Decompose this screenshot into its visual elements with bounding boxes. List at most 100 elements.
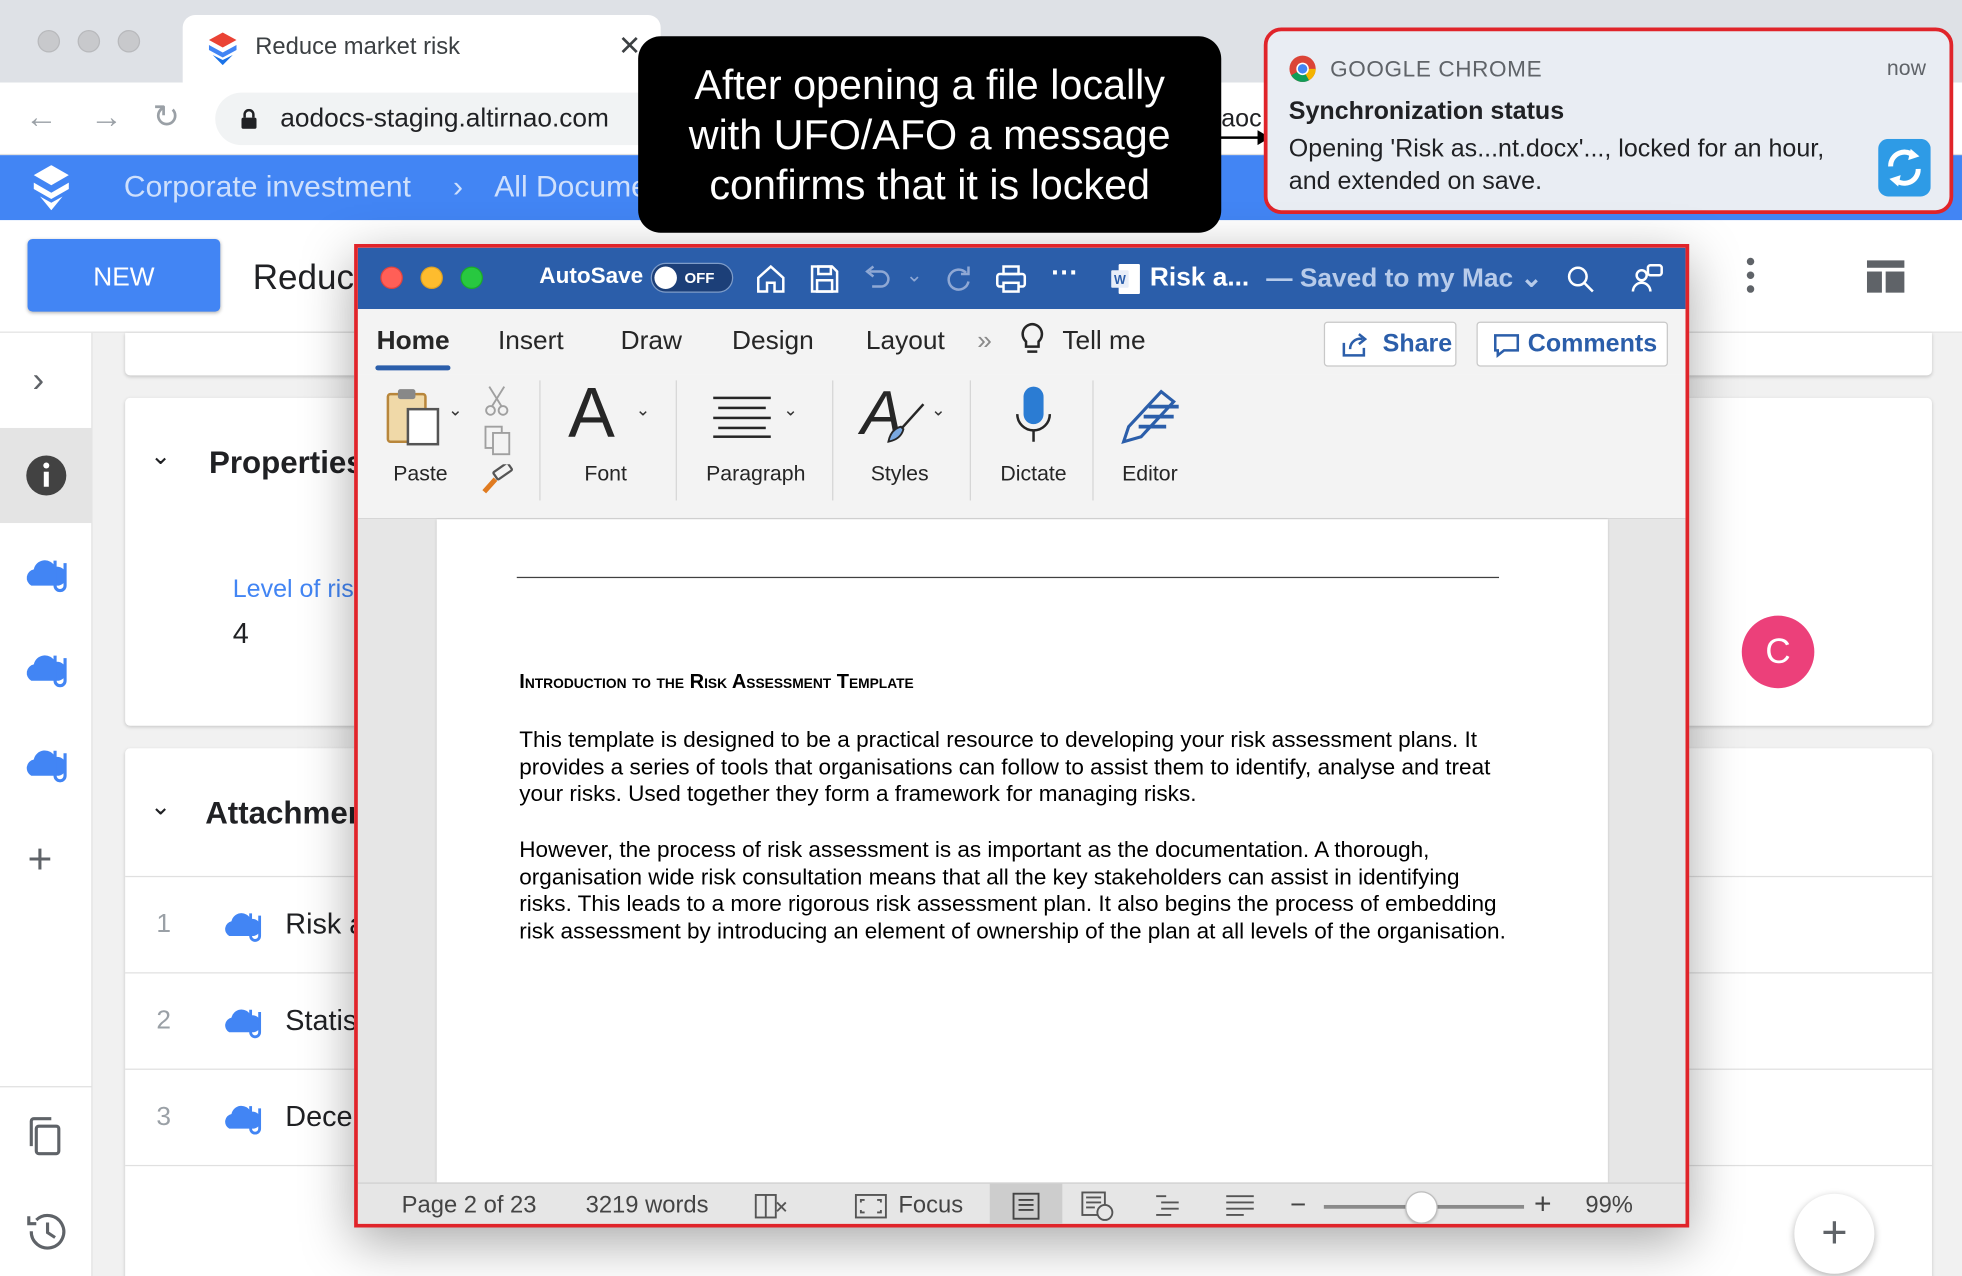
more-commands-icon[interactable]: ··· bbox=[1051, 257, 1079, 290]
document-page[interactable]: Introduction to the Risk Assessment Temp… bbox=[437, 519, 1608, 1182]
comments-label: Comments bbox=[1528, 330, 1657, 358]
page-count[interactable]: Page 2 of 23 bbox=[402, 1192, 537, 1220]
tab-draw[interactable]: Draw bbox=[621, 327, 682, 357]
back-arrow-icon[interactable]: ← bbox=[25, 98, 58, 137]
window-minimize-dot[interactable] bbox=[78, 30, 101, 53]
more-tabs-icon[interactable]: » bbox=[977, 327, 992, 357]
outline-view-icon[interactable] bbox=[1154, 1194, 1187, 1219]
focus-label[interactable]: Focus bbox=[898, 1192, 963, 1220]
search-icon[interactable] bbox=[1563, 262, 1598, 297]
breadcrumb-library[interactable]: Corporate investment bbox=[124, 170, 411, 205]
microphone-icon bbox=[1011, 384, 1056, 447]
word-minimize-dot[interactable] bbox=[420, 267, 443, 290]
save-icon[interactable] bbox=[807, 262, 842, 297]
web-layout-icon[interactable] bbox=[1080, 1191, 1115, 1221]
format-painter-icon[interactable] bbox=[480, 464, 515, 497]
tab-insert[interactable]: Insert bbox=[498, 327, 564, 357]
tab-layout[interactable]: Layout bbox=[866, 327, 945, 357]
add-icon[interactable]: + bbox=[28, 836, 53, 885]
new-button[interactable]: NEW bbox=[28, 239, 221, 312]
autosave-toggle[interactable]: OFF bbox=[651, 263, 734, 293]
callout-line: confirms that it is locked bbox=[638, 160, 1221, 210]
callout-arrow bbox=[1220, 130, 1270, 145]
add-fab-button[interactable]: + bbox=[1794, 1194, 1874, 1274]
copy-icon[interactable] bbox=[483, 424, 513, 457]
info-icon[interactable] bbox=[21, 450, 71, 500]
chrome-notification[interactable]: GOOGLE CHROME now Synchronization status… bbox=[1264, 28, 1953, 214]
redo-icon[interactable] bbox=[941, 262, 976, 297]
tab-design[interactable]: Design bbox=[732, 327, 814, 357]
account-icon[interactable] bbox=[1629, 262, 1664, 297]
zoom-slider-handle[interactable] bbox=[1405, 1191, 1438, 1224]
cloud-attachment-icon[interactable] bbox=[21, 548, 71, 598]
font-button[interactable]: A ⌄ Font bbox=[556, 379, 656, 504]
paste-dropdown-icon[interactable]: ⌄ bbox=[448, 399, 463, 420]
draft-view-icon[interactable] bbox=[1224, 1194, 1257, 1219]
word-close-dot[interactable] bbox=[380, 267, 403, 290]
notification-body: Opening 'Risk as...nt.docx'..., locked f… bbox=[1289, 133, 1852, 198]
copy-icon[interactable] bbox=[21, 1111, 71, 1161]
breadcrumb-separator: › bbox=[453, 170, 463, 205]
home-icon[interactable] bbox=[753, 262, 788, 297]
print-layout-icon[interactable] bbox=[1010, 1192, 1043, 1220]
address-bar[interactable]: aodocs-staging.altirnao.com bbox=[215, 93, 690, 146]
expand-rail-icon[interactable]: › bbox=[33, 360, 45, 400]
toggle-state: OFF bbox=[684, 269, 714, 287]
ribbon-separator bbox=[970, 380, 971, 500]
comment-icon bbox=[1493, 333, 1521, 358]
print-icon[interactable] bbox=[994, 262, 1029, 297]
paragraph-dropdown-icon: ⌄ bbox=[783, 399, 798, 420]
cut-icon[interactable] bbox=[483, 384, 511, 417]
tab-title: Reduce market risk bbox=[255, 34, 460, 62]
font-label: Font bbox=[556, 462, 656, 487]
zoom-out-button[interactable]: − bbox=[1290, 1189, 1306, 1222]
cloud-attachment-icon[interactable] bbox=[21, 738, 71, 788]
zoom-percentage[interactable]: 99% bbox=[1585, 1192, 1633, 1220]
word-document-title[interactable]: Risk a... bbox=[1150, 263, 1249, 293]
editor-button[interactable]: Editor bbox=[1106, 379, 1194, 504]
undo-dropdown-icon[interactable]: ⌄ bbox=[906, 263, 923, 288]
share-icon bbox=[1340, 333, 1368, 358]
share-button[interactable]: Share bbox=[1324, 322, 1457, 367]
browser-tab[interactable]: Reduce market risk ✕ bbox=[183, 15, 661, 83]
zoom-in-button[interactable]: + bbox=[1534, 1187, 1552, 1222]
word-zoom-dot[interactable] bbox=[460, 267, 483, 290]
comments-button[interactable]: Comments bbox=[1476, 322, 1667, 367]
dictate-button[interactable]: Dictate bbox=[983, 379, 1083, 504]
svg-text:W: W bbox=[1114, 273, 1126, 287]
brush-icon bbox=[883, 402, 928, 445]
word-ribbon: ⌄ Paste A ⌄ Font bbox=[358, 374, 1686, 519]
aodocs-logo-icon bbox=[208, 33, 238, 66]
styles-button[interactable]: A ⌄ Styles bbox=[848, 379, 961, 504]
notification-app-name: GOOGLE CHROME bbox=[1330, 56, 1542, 82]
word-doc-icon: W bbox=[1111, 263, 1141, 296]
dictate-label: Dictate bbox=[983, 462, 1083, 487]
aodocs-logo-icon[interactable] bbox=[33, 165, 71, 210]
word-count[interactable]: 3219 words bbox=[586, 1192, 709, 1220]
paragraph-button[interactable]: ⌄ Paragraph bbox=[693, 379, 831, 504]
toggle-knob bbox=[654, 267, 677, 290]
chevron-down-icon[interactable]: ⌄ bbox=[150, 440, 171, 471]
chevron-down-icon[interactable]: ⌄ bbox=[150, 791, 171, 822]
paste-button[interactable]: ⌄ Paste bbox=[375, 379, 465, 504]
more-options-icon[interactable] bbox=[1747, 258, 1757, 296]
focus-icon[interactable] bbox=[855, 1194, 888, 1219]
proofing-icon[interactable] bbox=[753, 1192, 788, 1220]
save-status[interactable]: — Saved to my Mac ⌄ bbox=[1266, 263, 1542, 294]
history-icon[interactable] bbox=[21, 1206, 71, 1256]
notification-title: Synchronization status bbox=[1289, 98, 1564, 127]
chrome-logo-icon bbox=[1289, 55, 1317, 83]
tell-me-search[interactable]: Tell me bbox=[1062, 327, 1145, 357]
avatar[interactable]: C bbox=[1742, 616, 1815, 689]
rail-divider bbox=[0, 1086, 93, 1087]
forward-arrow-icon[interactable]: → bbox=[90, 98, 123, 137]
tab-home[interactable]: Home bbox=[377, 327, 450, 357]
cloud-attachment-icon[interactable] bbox=[21, 643, 71, 693]
reload-icon[interactable]: ↻ bbox=[153, 98, 180, 137]
ribbon-separator bbox=[539, 380, 540, 500]
layout-panel-icon[interactable] bbox=[1867, 260, 1905, 293]
window-zoom-dot[interactable] bbox=[118, 30, 141, 53]
undo-icon[interactable] bbox=[860, 262, 895, 297]
field-value[interactable]: 4 bbox=[233, 617, 249, 651]
window-close-dot[interactable] bbox=[38, 30, 61, 53]
